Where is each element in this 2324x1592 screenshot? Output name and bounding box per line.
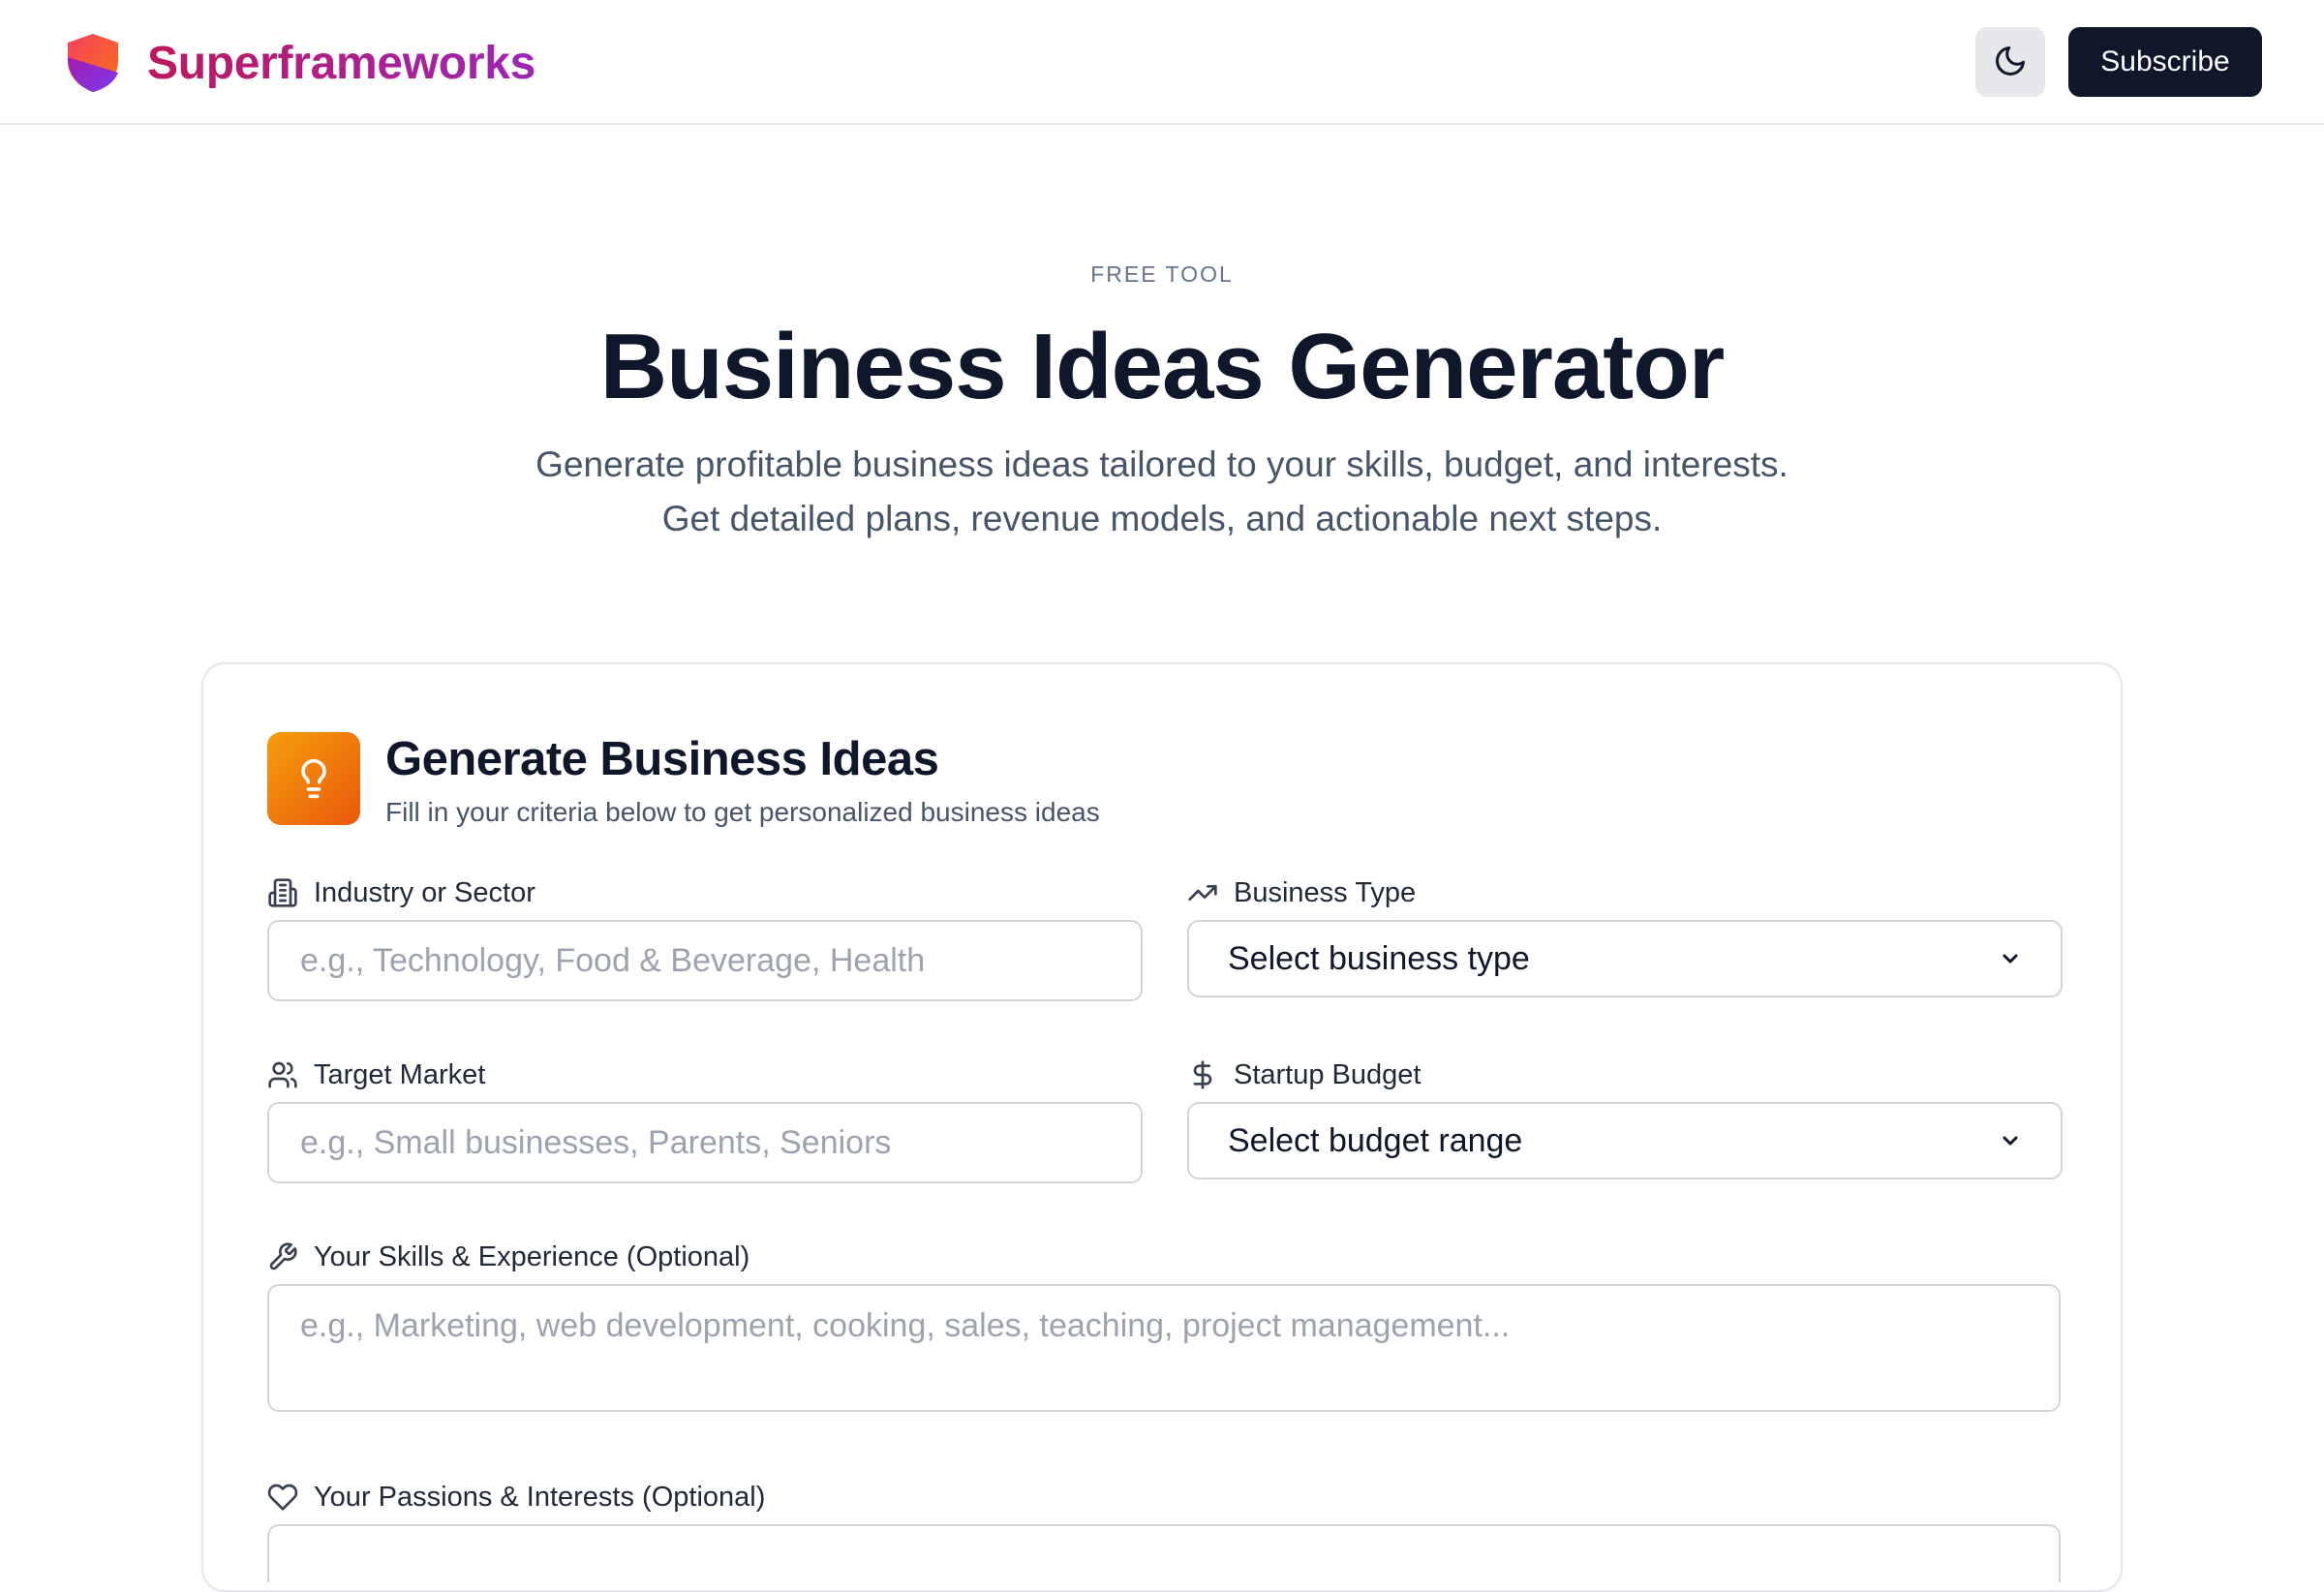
business-type-label-text: Business Type (1234, 876, 1417, 908)
business-type-field: Business Type Select business type (1187, 873, 2063, 997)
site-header: Superframeworks Subscribe (0, 0, 2324, 125)
form-title: Generate Business Ideas (385, 733, 939, 785)
chevron-down-icon (2003, 954, 2018, 964)
passions-field: Your Passions & Interests (Optional) (267, 1478, 2061, 1582)
startup-budget-select[interactable]: Select budget range (1187, 1102, 2063, 1179)
idea-form-card: Generate Business Ideas Fill in your cri… (201, 662, 2123, 1592)
business-type-label: Business Type (1187, 873, 1416, 912)
business-type-selected: Select business type (1228, 939, 1530, 977)
industry-label: Industry or Sector (267, 873, 535, 912)
chevron-down-icon (2003, 1136, 2018, 1146)
dollar-icon (1193, 1060, 1212, 1089)
users-icon (268, 1061, 297, 1088)
target-market-input[interactable] (267, 1102, 1143, 1183)
form-titles: Generate Business Ideas Fill in your cri… (385, 732, 1100, 829)
hero-section: FREE TOOL Business Ideas Generator Gener… (0, 254, 2324, 546)
startup-budget-field: Startup Budget Select budget range (1187, 1056, 2063, 1179)
form-subtitle: Fill in your criteria below to get perso… (385, 797, 1100, 827)
skills-label-text: Your Skills & Experience (Optional) (314, 1240, 750, 1272)
industry-input[interactable] (267, 920, 1143, 1001)
hero-subtitle-line-2: Get detailed plans, revenue models, and … (661, 499, 1663, 538)
shield-logo-icon (64, 32, 122, 94)
hero-subtitle-line-1: Generate profitable business ideas tailo… (535, 444, 1789, 484)
startup-budget-selected: Select budget range (1228, 1121, 1523, 1159)
moon-icon (1993, 44, 2028, 81)
passions-textarea[interactable] (267, 1524, 2061, 1582)
hero-eyebrow: FREE TOOL (1090, 261, 1234, 287)
startup-budget-label: Startup Budget (1187, 1056, 1421, 1094)
industry-field: Industry or Sector (267, 873, 1143, 1001)
theme-toggle-button[interactable] (1975, 27, 2045, 97)
business-type-select[interactable]: Select business type (1187, 920, 2063, 997)
trending-up-icon (1188, 885, 1217, 901)
heart-icon (267, 1484, 298, 1511)
building-icon (268, 878, 297, 907)
passions-label-text: Your Passions & Interests (Optional) (314, 1481, 766, 1513)
skills-label: Your Skills & Experience (Optional) (267, 1238, 749, 1276)
target-market-label-text: Target Market (314, 1058, 486, 1090)
brand-name: Superframeworks (147, 37, 535, 89)
target-market-label: Target Market (267, 1056, 485, 1094)
subscribe-button[interactable]: Subscribe (2068, 27, 2262, 97)
hero-subtitle: Generate profitable business ideas tailo… (0, 438, 2324, 546)
industry-label-text: Industry or Sector (314, 876, 535, 908)
lightbulb-icon (267, 732, 360, 825)
form-header: Generate Business Ideas Fill in your cri… (267, 732, 1100, 829)
passions-label: Your Passions & Interests (Optional) (267, 1478, 765, 1516)
target-market-field: Target Market (267, 1056, 1143, 1183)
wrench-icon (269, 1242, 297, 1271)
startup-budget-label-text: Startup Budget (1234, 1058, 1422, 1090)
page-title: Business Ideas Generator (599, 315, 1725, 418)
skills-textarea[interactable] (267, 1284, 2061, 1412)
skills-field: Your Skills & Experience (Optional) (267, 1238, 2061, 1412)
brand-link[interactable]: Superframeworks (64, 29, 535, 97)
